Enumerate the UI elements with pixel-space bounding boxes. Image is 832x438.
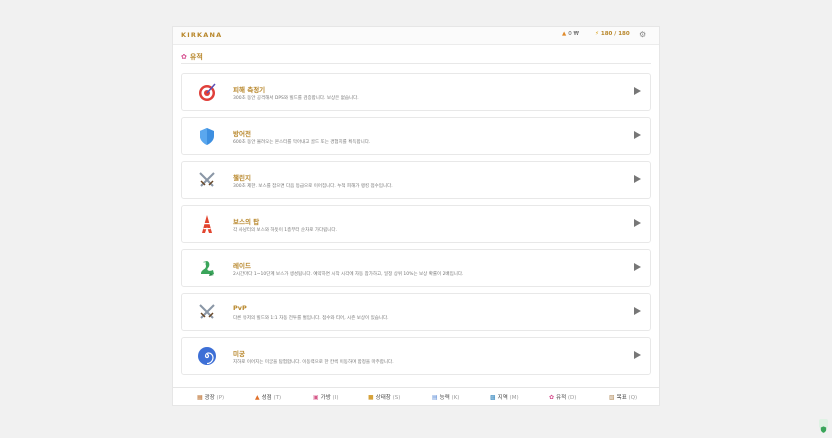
- dungeon-desc: 600초 동안 몰려오는 몬스터를 막아내고 골드 또는 경험치를 획득합니다.: [233, 140, 371, 145]
- page-title-text: 유적: [189, 53, 203, 61]
- dungeon-card-boss-tower[interactable]: 보스의 탑 각 사냥터의 보스와 하듯이 1층부터 순차로 가다립니다.: [181, 205, 651, 243]
- dungeon-name: PvP: [233, 304, 247, 312]
- nav-shortcut: (I): [332, 395, 339, 401]
- nav-shortcut: (P): [216, 395, 225, 401]
- nav-label: 능력: [439, 395, 450, 401]
- dungeon-name: 레이드: [233, 262, 251, 270]
- dungeon-name: 미궁: [233, 350, 245, 358]
- map-icon: ▩: [490, 394, 496, 401]
- dungeon-desc: 300초 제한. 보스를 잡으면 다음 등급으로 이어집니다. 누적 피해가 랭…: [233, 184, 393, 189]
- fire-icon: ▲: [255, 394, 260, 401]
- dungeon-card-damage-meter[interactable]: 피해 측정기 300초 동안 공격해서 DPS와 빌드를 검증합니다. 보상은 …: [181, 73, 651, 111]
- bag-icon: ▣: [313, 394, 319, 401]
- dragon-icon: [201, 261, 214, 276]
- dungeon-card-labyrinth[interactable]: 미궁 지하로 이어지는 미궁을 탐험합니다. 이동력으로 한 칸씩 이동하며 함…: [181, 337, 651, 375]
- play-icon[interactable]: [634, 219, 641, 227]
- dungeon-card-defense[interactable]: 방어전 600초 동안 몰려오는 몬스터를 막아내고 골드 또는 경험치를 획득…: [181, 117, 651, 155]
- dungeon-desc: 300초 동안 공격해서 DPS와 빌드를 검증합니다. 보상은 없습니다.: [233, 96, 359, 101]
- play-icon[interactable]: [634, 307, 641, 315]
- status-icon: ■: [368, 394, 374, 401]
- nav-label: 성점: [261, 395, 272, 401]
- play-icon[interactable]: [634, 263, 641, 271]
- dungeon-name: 피해 측정기: [233, 86, 266, 94]
- bottom-nav: ▦ 광장 (P) ▲ 성점 (T) ▣ 가방 (I) ■ 상태창 (S) ▤ 능력 (K)…: [172, 387, 660, 406]
- dungeon-name: 챌린지: [233, 174, 251, 182]
- nav-label: 상태창: [375, 395, 391, 401]
- tower-icon: [202, 215, 212, 233]
- nav-item-abilities[interactable]: ▤ 능력 (K): [432, 393, 459, 401]
- spiral-icon: [198, 347, 216, 365]
- page-title: ✿ 유적: [181, 52, 203, 62]
- nav-shortcut: (M): [509, 395, 519, 401]
- nav-item-bag[interactable]: ▣ 가방 (I): [313, 393, 338, 401]
- top-bar: KIRKANA ▲ 0 ₩ ⚡ 180 / 180 ⚙: [173, 27, 659, 45]
- dungeon-desc: 지하로 이어지는 미궁을 탐험합니다. 이동력으로 한 칸씩 이동하며 함정을 …: [233, 360, 394, 365]
- energy-counter: ⚡ 180 / 180: [595, 31, 630, 37]
- fire-icon: ▲: [562, 31, 567, 37]
- nav-item-shop[interactable]: ▲ 성점 (T): [255, 393, 281, 401]
- gear-icon[interactable]: ⚙: [639, 30, 646, 39]
- dungeon-card-pvp[interactable]: PvP 다른 유저의 빌드와 1:1 자동 전투를 벌입니다. 점수와 티어, …: [181, 293, 651, 331]
- scroll-icon: ▧: [609, 394, 615, 401]
- crossed-swords-icon: [199, 304, 215, 319]
- nav-shortcut: (Q): [628, 395, 638, 401]
- play-icon[interactable]: [634, 351, 641, 359]
- dungeon-card-raid[interactable]: 레이드 2시간마다 1~10단계 보스가 생성됩니다. 예약하면 시작 시각에 …: [181, 249, 651, 287]
- nav-shortcut: (T): [273, 395, 282, 401]
- dungeon-name: 방어전: [233, 130, 251, 138]
- dungeon-name: 보스의 탑: [233, 218, 260, 226]
- nav-item-region[interactable]: ▩ 지역 (M): [490, 393, 519, 401]
- play-icon[interactable]: [634, 175, 641, 183]
- nav-label: 지역: [497, 395, 508, 401]
- dungeon-desc: 2시간마다 1~10단계 보스가 생성됩니다. 예약하면 시작 시각에 자동 참…: [233, 272, 464, 277]
- dungeon-desc: 각 사냥터의 보스와 하듯이 1층부터 순차로 가다립니다.: [233, 228, 337, 233]
- shield-check-icon: [820, 426, 827, 433]
- status-shield-icon[interactable]: [819, 419, 828, 433]
- dungeon-desc: 다른 유저의 빌드와 1:1 자동 전투를 벌입니다. 점수와 티어, 시즌 보…: [233, 316, 389, 321]
- nav-shortcut: (K): [451, 395, 460, 401]
- nav-item-status[interactable]: ■ 상태창 (S): [368, 393, 400, 401]
- divider: [181, 63, 651, 64]
- nav-label: 광장: [204, 395, 215, 401]
- nav-label: 유적: [556, 395, 567, 401]
- nav-item-ruins[interactable]: ✿ 유적 (D): [549, 393, 576, 401]
- flower-icon: ✿: [181, 53, 187, 61]
- dungeon-card-challenge[interactable]: 챌린지 300초 제한. 보스를 잡으면 다음 등급으로 이어집니다. 누적 피…: [181, 161, 651, 199]
- energy-value: 180 / 180: [600, 31, 630, 37]
- gold-counter: ▲ 0 ₩: [562, 31, 579, 37]
- target-icon: [199, 83, 216, 101]
- brand-logo: KIRKANA: [181, 31, 223, 39]
- lightning-icon: ⚡: [595, 31, 599, 37]
- play-icon[interactable]: [634, 87, 641, 95]
- nav-shortcut: (D): [567, 395, 577, 401]
- book-icon: ▤: [432, 394, 438, 401]
- nav-label: 목표: [616, 395, 627, 401]
- gold-value: 0 ₩: [568, 31, 579, 37]
- play-icon[interactable]: [634, 131, 641, 139]
- app-window: KIRKANA ▲ 0 ₩ ⚡ 180 / 180 ⚙ ✿ 유적 피해 측정기 300…: [172, 26, 660, 404]
- nav-shortcut: (S): [392, 395, 401, 401]
- plaza-icon: ▦: [197, 394, 203, 401]
- nav-item-plaza[interactable]: ▦ 광장 (P): [197, 393, 224, 401]
- crossed-swords-icon: [199, 172, 215, 187]
- flower-icon: ✿: [549, 394, 555, 401]
- shield-icon: [200, 128, 214, 145]
- nav-label: 가방: [320, 395, 331, 401]
- nav-item-goals[interactable]: ▧ 목표 (Q): [609, 393, 637, 401]
